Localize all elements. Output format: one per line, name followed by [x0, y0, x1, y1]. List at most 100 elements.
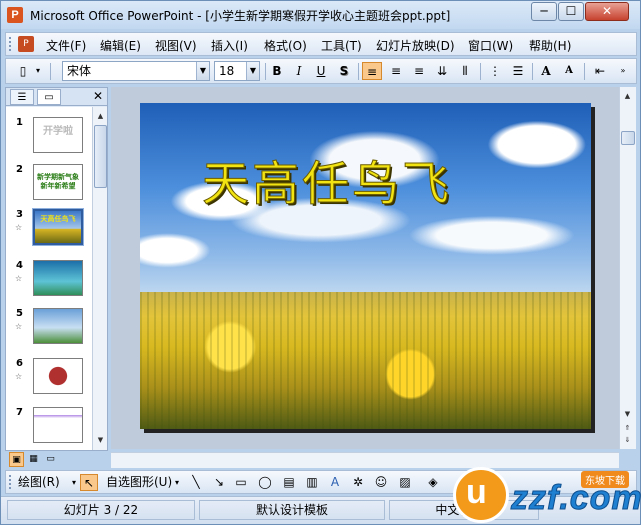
- animation-star-icon: ☆: [15, 223, 23, 232]
- menu-file[interactable]: 文件(F): [46, 37, 86, 54]
- slide-thumb[interactable]: 天高任鸟飞: [32, 208, 84, 246]
- app-window: P Microsoft Office PowerPoint - [小学生新学期寒…: [0, 0, 641, 525]
- slideshow-view-icon[interactable]: ▭: [43, 452, 58, 467]
- slide-thumbnail-2[interactable]: 2 新学期新气象 新年新希望: [6, 164, 92, 210]
- menu-tools[interactable]: 工具(T): [321, 37, 362, 54]
- toolbar-separator: [532, 63, 533, 80]
- font-name-value: 宋体: [67, 64, 92, 78]
- slide-number: 2: [16, 164, 23, 175]
- scroll-up-icon[interactable]: ▲: [621, 89, 634, 103]
- align-left-icon[interactable]: ≡: [362, 62, 382, 80]
- select-objects-icon[interactable]: ↖: [80, 474, 98, 491]
- slide-thumbnail-1[interactable]: 1 开学啦: [6, 117, 92, 163]
- maximize-button[interactable]: ☐: [558, 2, 584, 21]
- slide-counter: 幻灯片 3 / 22: [7, 500, 195, 520]
- clipart-icon[interactable]: ☺: [372, 474, 390, 491]
- close-button[interactable]: ✕: [585, 2, 629, 21]
- normal-view-icon[interactable]: ▣: [9, 452, 24, 467]
- rectangle-icon[interactable]: ▭: [232, 474, 250, 491]
- draw-menu-button[interactable]: 绘图(R): [18, 474, 60, 490]
- diagram-icon[interactable]: ✲: [349, 474, 367, 491]
- align-right-icon[interactable]: ≡: [409, 62, 429, 80]
- chevron-down-icon[interactable]: ▼: [246, 62, 259, 80]
- slide-thumb[interactable]: [33, 308, 83, 344]
- underline-button[interactable]: U: [312, 62, 330, 80]
- slides-panel-scrollbar[interactable]: ▲ ▼: [92, 107, 107, 450]
- vertical-text-icon[interactable]: ⫴: [455, 62, 475, 80]
- slide-thumbnail-3[interactable]: 3 ☆ 天高任鸟飞: [6, 208, 92, 255]
- chevron-down-icon[interactable]: ▾: [171, 474, 183, 491]
- font-name-combo[interactable]: 宋体 ▼: [62, 61, 210, 81]
- decrease-indent-icon[interactable]: ⇤: [590, 62, 610, 80]
- chevron-down-icon[interactable]: ▼: [196, 62, 209, 80]
- menu-edit[interactable]: 编辑(E): [100, 37, 141, 54]
- chevron-down-icon[interactable]: ▾: [68, 474, 80, 491]
- slide-number: 7: [16, 407, 23, 418]
- flower-field-image: [140, 292, 591, 429]
- menu-slideshow[interactable]: 幻灯片放映(D): [376, 37, 455, 54]
- document-icon[interactable]: P: [18, 36, 34, 52]
- minimize-button[interactable]: ─: [531, 2, 557, 21]
- slide-thumbnail-6[interactable]: 6 ☆: [6, 358, 92, 404]
- font-size-combo[interactable]: 18 ▼: [214, 61, 260, 81]
- powerpoint-app-icon[interactable]: P: [7, 7, 23, 23]
- next-slide-icon[interactable]: ⇓: [621, 433, 634, 447]
- scrollbar-thumb[interactable]: [621, 131, 635, 145]
- slide-title[interactable]: 天高任鸟飞: [202, 145, 452, 214]
- scroll-down-icon[interactable]: ▼: [94, 433, 107, 447]
- menu-window[interactable]: 窗口(W): [468, 37, 513, 54]
- line-icon[interactable]: ╲: [187, 474, 205, 491]
- scroll-up-icon[interactable]: ▲: [94, 109, 107, 123]
- picture-icon[interactable]: ▨: [396, 474, 414, 491]
- slide-thumb[interactable]: 开学啦: [33, 117, 83, 153]
- wordart-icon[interactable]: A: [326, 474, 344, 491]
- current-slide[interactable]: 天高任鸟飞: [140, 103, 591, 429]
- align-center-icon[interactable]: ≡: [386, 62, 406, 80]
- textbox-icon[interactable]: ▤: [280, 474, 298, 491]
- toolbar-options-icon[interactable]: ▾: [32, 62, 44, 80]
- slide-thumb[interactable]: 新学期新气象 新年新希望: [33, 164, 83, 200]
- slide-thumb[interactable]: [33, 260, 83, 296]
- menu-help[interactable]: 帮助(H): [529, 37, 571, 54]
- design-template-name: 默认设计模板: [199, 500, 385, 520]
- site-watermark-logo: u 东坡下载 zzf.com: [453, 459, 641, 525]
- scrollbar-thumb[interactable]: [94, 125, 107, 188]
- slide-number: 1: [16, 117, 23, 128]
- bulleted-list-icon[interactable]: ☰: [508, 62, 528, 80]
- numbered-list-icon[interactable]: ⋮: [485, 62, 505, 80]
- slide-thumbnail-5[interactable]: 5 ☆: [6, 308, 92, 354]
- bold-button[interactable]: B: [268, 62, 286, 80]
- slide-thumb[interactable]: [33, 358, 83, 394]
- shadow-button[interactable]: S: [335, 62, 353, 80]
- shrink-font-button[interactable]: A: [559, 62, 579, 80]
- window-title: Microsoft Office PowerPoint - [小学生新学期寒假开…: [30, 9, 451, 23]
- tab-outline[interactable]: ☰: [10, 89, 34, 105]
- slide-number: 5: [16, 308, 23, 319]
- grow-font-button[interactable]: A: [536, 62, 556, 80]
- toolbar-separator: [584, 63, 585, 80]
- menu-insert[interactable]: 插入(I): [211, 37, 248, 54]
- menu-format[interactable]: 格式(O): [264, 37, 307, 54]
- slide-thumb[interactable]: [33, 407, 83, 443]
- slide-thumbnail-7[interactable]: 7: [6, 407, 92, 450]
- menu-view[interactable]: 视图(V): [155, 37, 197, 54]
- slide-scrollbar[interactable]: ▲ ▼ ⇑ ⇓: [619, 87, 636, 449]
- toolbar-grip-icon[interactable]: [9, 37, 12, 51]
- slides-panel: ☰ ▭ ✕ 1 开学啦 2 新学期新气象 新年新希望 3 ☆ 天高任鸟飞 4 ☆…: [5, 87, 108, 451]
- tab-slides[interactable]: ▭: [37, 89, 61, 105]
- autoshapes-menu-button[interactable]: 自选图形(U): [106, 474, 172, 490]
- panel-close-icon[interactable]: ✕: [93, 89, 103, 103]
- fill-color-icon[interactable]: ◈: [424, 474, 442, 491]
- arrow-icon[interactable]: ↘: [210, 474, 228, 491]
- toolbar-options-icon[interactable]: »: [616, 62, 630, 80]
- vertical-textbox-icon[interactable]: ▥: [303, 474, 321, 491]
- slide-sorter-view-icon[interactable]: ▦: [26, 452, 41, 467]
- distribute-icon[interactable]: ⇊: [432, 62, 452, 80]
- oval-icon[interactable]: ◯: [256, 474, 274, 491]
- logo-text: zzf.com: [511, 479, 641, 518]
- new-document-icon[interactable]: ▯: [14, 62, 32, 80]
- italic-button[interactable]: I: [290, 62, 308, 80]
- scroll-down-icon[interactable]: ▼: [621, 407, 634, 421]
- slide-thumbnail-4[interactable]: 4 ☆: [6, 260, 92, 306]
- toolbar-grip-icon[interactable]: [9, 475, 12, 489]
